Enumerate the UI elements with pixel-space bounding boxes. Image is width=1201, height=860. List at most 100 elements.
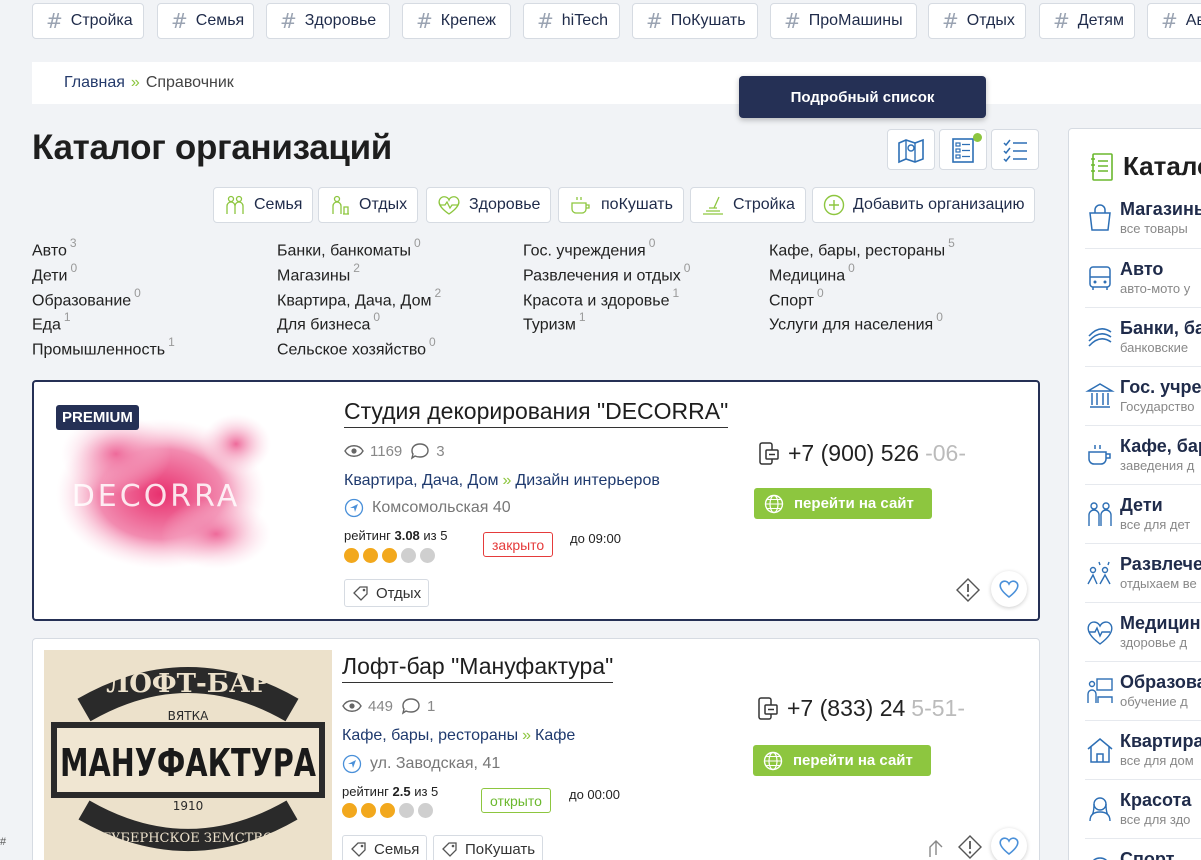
category-link[interactable]: Банки, банкоматы 0 (277, 236, 421, 260)
category-link[interactable]: Спорт 0 (769, 286, 824, 310)
category-link[interactable]: Красота и здоровье 1 (523, 286, 679, 310)
organization-photo[interactable]: ЛОФТ-БАР ВЯТКА МАНУФАКТУРА 1910 ГУБЕРНСК… (44, 650, 332, 860)
sidebar-item-deti[interactable]: Дети все для дет (1085, 484, 1201, 543)
favorite-button[interactable] (991, 828, 1027, 860)
sidebar-item-magaziny[interactable]: Магазины все товары (1085, 189, 1201, 248)
sidebar-item-kafe[interactable]: Кафе, бар заведения д (1085, 425, 1201, 484)
share-button[interactable] (921, 832, 951, 860)
card-tag[interactable]: Семья (342, 835, 428, 860)
tag-stroyka[interactable]: # Стройка (32, 3, 144, 39)
bus-icon (1089, 266, 1111, 290)
category-link[interactable]: Туризм 1 (523, 310, 586, 334)
phone-number[interactable]: +7 (900) 526 -06- (756, 440, 966, 467)
comment-icon (401, 698, 420, 715)
chevron-double-right-icon: » (522, 727, 532, 744)
category-link[interactable]: Гос. учреждения 0 (523, 236, 655, 260)
checklist-icon (1003, 139, 1027, 162)
map-view-button[interactable] (887, 129, 935, 170)
category-link[interactable]: Дети 0 (32, 261, 77, 285)
category-link[interactable]: Промышленность 1 (32, 335, 175, 359)
filter-otdyh-button[interactable]: Отдых (318, 187, 419, 223)
phone-number[interactable]: +7 (833) 24 5-51- (755, 695, 965, 722)
category-link[interactable]: Медицина 0 (769, 261, 855, 285)
report-button[interactable] (955, 832, 985, 860)
add-organization-button[interactable]: Добавить организацию (812, 187, 1036, 223)
category-link[interactable]: Образование 0 (32, 286, 141, 310)
premium-badge: PREMIUM (56, 405, 139, 430)
organization-name[interactable]: Студия декорирования "DECORRA" (344, 398, 729, 428)
address-text: ул. Заводская, 41 (370, 755, 501, 772)
rating-dot (342, 803, 357, 818)
hash-icon: # (1161, 9, 1178, 33)
rubric-link[interactable]: Кафе, бары, рестораны (342, 727, 518, 744)
tag-krepezh[interactable]: # Крепеж (402, 3, 511, 39)
favorite-button[interactable] (991, 571, 1027, 607)
tag-icon (442, 842, 457, 857)
filter-zdorovye-button[interactable]: Здоровье (426, 187, 552, 223)
heart-pulse-icon (438, 196, 460, 215)
tooltip: Подробный список (739, 76, 986, 118)
category-link[interactable]: Развлечения и отдых 0 (523, 261, 690, 285)
filter-stroyka-button[interactable]: Стройка (690, 187, 806, 223)
subrubric-link[interactable]: Дизайн интерьеров (515, 472, 659, 489)
sidebar-item-kvartira[interactable]: Квартира все для дом (1085, 720, 1201, 779)
sidebar-item-banki[interactable]: Банки, ба банковские (1085, 307, 1201, 366)
category-link[interactable]: Сельское хозяйство 0 (277, 335, 436, 359)
photo-logo-text: МАНУФАКТУРА (60, 741, 316, 785)
card-tag[interactable]: ПоКушать (433, 835, 544, 860)
sidebar-item-krasota[interactable]: Красота все для здо (1085, 779, 1201, 838)
category-link[interactable]: Для бизнеса 0 (277, 310, 380, 334)
tag-avto[interactable]: #Ав (1147, 3, 1201, 39)
category-link[interactable]: Кафе, бары, рестораны 5 (769, 236, 955, 260)
phone-icon (758, 696, 778, 720)
sidebar-item-gos[interactable]: Гос. учре Государство (1085, 366, 1201, 425)
sidebar-item-obrazovanie[interactable]: Образова обучение д (1085, 661, 1201, 720)
subrubric-link[interactable]: Кафе (535, 727, 575, 744)
hash-icon: # (646, 9, 663, 33)
rubric-link[interactable]: Квартира, Дача, Дом (344, 472, 498, 489)
checklist-view-button[interactable] (991, 129, 1039, 170)
sidebar-item-sport[interactable]: Спорт (1085, 838, 1201, 860)
sidebar-header: Каталог (1089, 151, 1201, 182)
tag-otdyh[interactable]: # Отдых (928, 3, 1026, 39)
comments-count: 3 (436, 442, 445, 460)
rating-value: 2.5 (392, 784, 411, 799)
tag-hitech[interactable]: # hiTech (523, 3, 620, 39)
filter-pokushat-button[interactable]: поКушать (558, 187, 684, 223)
category-link[interactable]: Еда 1 (32, 310, 71, 334)
tag-detyam[interactable]: # Детям (1039, 3, 1135, 39)
category-link[interactable]: Квартира, Дача, Дом 2 (277, 286, 441, 310)
website-button[interactable]: перейти на сайт (754, 488, 932, 519)
classroom-icon (1087, 678, 1113, 703)
detailed-list-button[interactable] (939, 129, 987, 170)
tag-icon (351, 842, 366, 857)
sidebar-item-razvlecheniya[interactable]: Развлече отдыхаем ве (1085, 543, 1201, 602)
card-tag[interactable]: Отдых (344, 579, 430, 607)
globe-icon (764, 494, 784, 513)
sidebar-item-avto[interactable]: Авто авто-мото у (1085, 248, 1201, 307)
report-button[interactable] (953, 575, 983, 605)
woman-icon (1089, 797, 1111, 822)
map-icon (898, 138, 924, 163)
government-building-icon (1085, 383, 1115, 408)
breadcrumb: Главная » Справочник (32, 62, 1201, 104)
organization-name[interactable]: Лофт-бар "Мануфактура" (342, 653, 614, 683)
category-link[interactable]: Магазины 2 (277, 261, 360, 285)
shopping-bag-icon (1089, 204, 1111, 231)
category-link[interactable]: Услуги для населения 0 (769, 310, 943, 334)
tag-semya[interactable]: # Семья (157, 3, 254, 39)
tag-promashiny[interactable]: # ПроМашины (770, 3, 917, 39)
hash-icon: # (280, 9, 297, 33)
category-link[interactable]: Авто 3 (32, 236, 77, 260)
tag-zdorovye[interactable]: # Здоровье (266, 3, 390, 39)
filter-semya-button[interactable]: Семья (213, 187, 314, 223)
location-icon (342, 754, 362, 774)
breadcrumb-home[interactable]: Главная (64, 74, 125, 92)
tag-pokushat[interactable]: # ПоКушать (632, 3, 758, 39)
warning-diamond-icon (958, 835, 982, 859)
rating-dots (344, 548, 435, 563)
card-address: ул. Заводская, 41 (342, 754, 500, 774)
website-button[interactable]: перейти на сайт (753, 745, 931, 776)
views-count: 1169 (370, 442, 403, 460)
sidebar-item-medicina[interactable]: Медицин здоровье д (1085, 602, 1201, 661)
